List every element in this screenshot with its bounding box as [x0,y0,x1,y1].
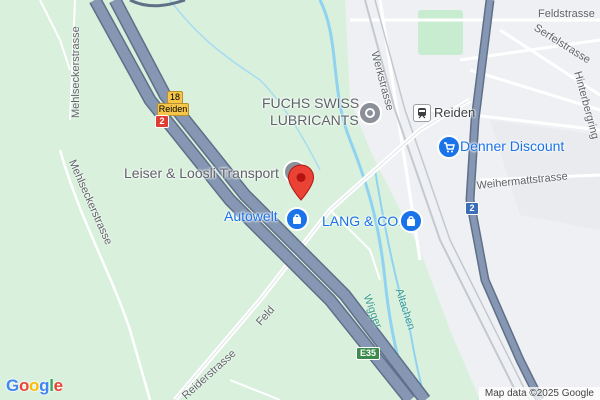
poi-label-autowelt[interactable]: Autowelt [224,208,278,224]
map-attribution[interactable]: Map data ©2025 Google [478,387,600,400]
station-label-reiden[interactable]: Reiden [434,105,475,120]
e35-badge: E35 [356,347,380,360]
shopping-bag-icon[interactable] [399,209,423,233]
poi-label-denner[interactable]: Denner Discount [460,138,564,154]
shopping-bag-icon[interactable] [285,207,309,231]
route-2-badge-left: 2 [155,115,169,128]
poi-label-leiser[interactable]: Leiser & Loosli Transport [124,165,279,181]
poi-label-lang[interactable]: LANG & CO. [322,213,402,229]
shopping-cart-icon[interactable] [437,135,461,159]
street-label-feldstrasse: Feldstrasse [538,8,595,20]
route-2-badge-right: 2 [465,202,479,215]
generic-poi-icon[interactable] [358,101,382,125]
poi-label-fuchs-line2[interactable]: LUBRICANTS [270,112,359,128]
google-logo: Google [6,376,63,395]
poi-label-fuchs-line1[interactable]: FUCHS SWISS [262,95,359,111]
map-canvas[interactable]: 18 Reiden 2 2 E35 Mehlseckerstrasse Mehl… [0,0,600,400]
street-label-mehlsecker-1: Mehlseckerstrasse [70,26,82,118]
map-pin-icon[interactable] [287,164,315,202]
train-station-icon[interactable] [413,104,431,122]
